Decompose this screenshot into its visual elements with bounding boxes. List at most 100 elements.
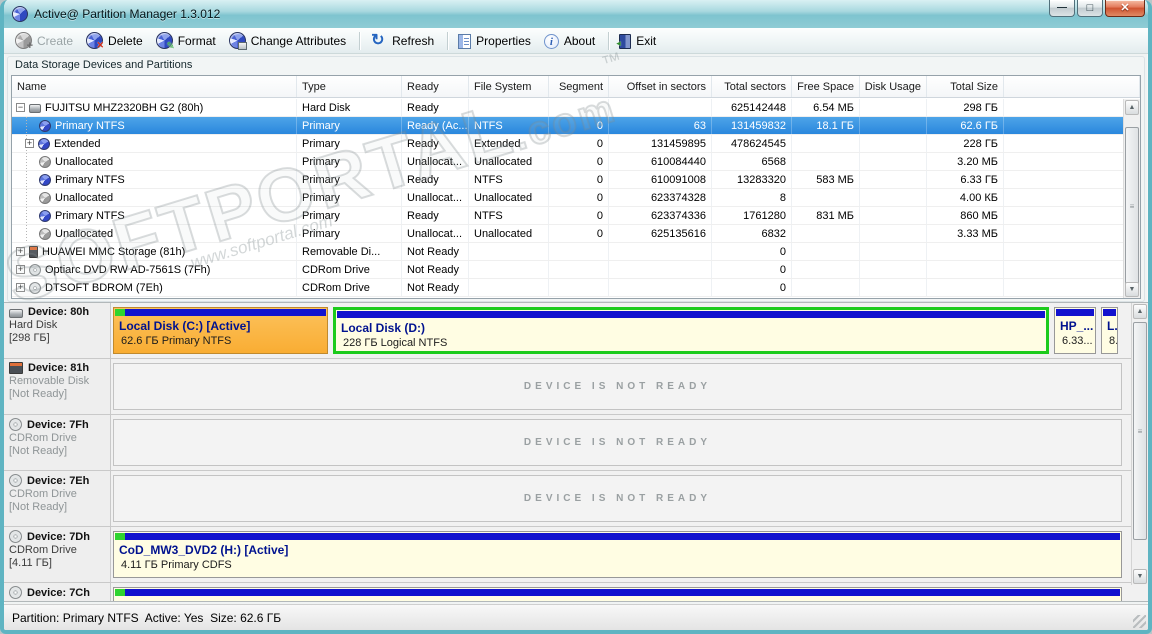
table-row[interactable]: Primary NTFS Primary Ready NTFS 0 623374336 17… bbox=[12, 207, 1123, 225]
partition-block[interactable]: L.. 8. bbox=[1101, 307, 1118, 354]
cell-type: Primary bbox=[297, 135, 402, 152]
devices-scrollbar-thumb[interactable]: ≡ bbox=[1133, 322, 1147, 540]
cell-type: Primary bbox=[297, 225, 402, 242]
device-title: Device: 7Dh bbox=[9, 530, 108, 543]
scroll-down-icon[interactable]: ▼ bbox=[1133, 569, 1147, 584]
column-header-total-sectors[interactable]: Total sectors bbox=[712, 76, 792, 97]
partition-block[interactable]: Local Disk (C:) [Active] 62.6 ГБ Primary … bbox=[113, 307, 328, 354]
expander-minus-icon[interactable]: − bbox=[16, 103, 25, 112]
toolbar-button-properties[interactable]: Properties bbox=[453, 31, 539, 50]
minimize-button[interactable]: — bbox=[1049, 0, 1075, 17]
partition-strip bbox=[115, 589, 1120, 596]
expander-plus-icon[interactable]: + bbox=[25, 139, 34, 148]
cell-ready: Unallocat... bbox=[402, 153, 469, 170]
cell-free_space bbox=[792, 279, 860, 296]
device-id: Device: 7Eh bbox=[27, 474, 90, 487]
partition-strip bbox=[1103, 309, 1116, 316]
toolbar-button-delete[interactable]: Delete bbox=[81, 30, 151, 51]
column-header-file-system[interactable]: File System bbox=[469, 76, 549, 97]
expander-plus-icon[interactable]: + bbox=[16, 265, 25, 274]
table-row[interactable]: Unallocated Primary Unallocat... Unallocate… bbox=[12, 153, 1123, 171]
table-row[interactable]: + DTSOFT BDROM (7Eh) CDRom Drive Not Ready 0 bbox=[12, 279, 1123, 297]
device-size: [Not Ready] bbox=[9, 388, 68, 400]
column-header-type[interactable]: Type bbox=[297, 76, 402, 97]
scroll-up-icon[interactable]: ▲ bbox=[1125, 100, 1139, 115]
toolbar-button-refresh[interactable]: Refresh bbox=[365, 30, 442, 51]
table-row[interactable]: − FUJITSU MHZ2320BH G2 (80h) Hard Disk Read… bbox=[12, 99, 1123, 117]
status-bar: Partition: Primary NTFS Active: Yes Size… bbox=[4, 604, 1148, 630]
partition-block[interactable]: HP_... 6.33... bbox=[1054, 307, 1096, 354]
column-header-offset-in-sectors[interactable]: Offset in sectors bbox=[609, 76, 712, 97]
cell-total_size bbox=[927, 261, 1004, 278]
cell-segment bbox=[549, 261, 609, 278]
table-row[interactable]: Primary NTFS Primary Ready NTFS 0 610091008 13… bbox=[12, 171, 1123, 189]
toolbar-button-change-attributes[interactable]: Change Attributes bbox=[224, 30, 354, 51]
table-row[interactable]: Primary NTFS Primary Ready (Ac... NTFS 0 63 13… bbox=[12, 117, 1123, 135]
name-cell: Primary NTFS bbox=[12, 207, 297, 224]
cdrom-icon bbox=[9, 530, 22, 543]
cell-free_space bbox=[792, 261, 860, 278]
column-header-segment[interactable]: Segment bbox=[549, 76, 609, 97]
format-pie-icon bbox=[155, 32, 175, 52]
toolbar-button-create[interactable]: Create bbox=[10, 30, 81, 52]
cell-file_system: Unallocated bbox=[469, 153, 549, 170]
device-type: CDRom Drive bbox=[9, 488, 77, 500]
resize-grip-icon[interactable] bbox=[1133, 615, 1146, 628]
toolbar-button-about[interactable]: About bbox=[539, 31, 603, 50]
table-row[interactable]: Unallocated Primary Unallocat... Unallocate… bbox=[12, 189, 1123, 207]
table-row[interactable]: + Optiarc DVD RW AD-7561S (7Fh) CDRom Driv… bbox=[12, 261, 1123, 279]
row-name: DTSOFT BDROM (7Eh) bbox=[45, 281, 163, 294]
devices-scrollbar[interactable]: ▲ ≡ ▼ bbox=[1131, 303, 1148, 585]
window-titlebar[interactable]: Active@ Partition Manager 1.3.012 — □ ✕ bbox=[4, 0, 1148, 28]
name-cell: Unallocated bbox=[12, 225, 297, 242]
expander-plus-icon[interactable]: + bbox=[16, 283, 25, 292]
partition-block[interactable]: CoD_MW3_DVD2 (H:) [Active] 4.11 ГБ Primar… bbox=[113, 531, 1122, 578]
partition-block[interactable]: Local Disk (D:) 228 ГБ Logical NTFS bbox=[333, 307, 1049, 354]
maximize-button[interactable]: □ bbox=[1077, 0, 1103, 17]
cell-total_size: 62.6 ГБ bbox=[927, 117, 1004, 134]
partition-block[interactable] bbox=[113, 587, 1122, 601]
column-header-name[interactable]: Name bbox=[12, 76, 297, 97]
expander-plus-icon[interactable]: + bbox=[16, 247, 25, 256]
row-name: Extended bbox=[54, 137, 101, 150]
column-header-disk-usage[interactable]: Disk Usage bbox=[860, 76, 927, 97]
cell-ready: Not Ready bbox=[402, 279, 469, 296]
scroll-down-icon[interactable]: ▼ bbox=[1125, 282, 1139, 297]
cell-total_sectors: 6832 bbox=[712, 225, 792, 242]
cell-type: Primary bbox=[297, 153, 402, 170]
partition-blue-icon bbox=[38, 137, 50, 150]
cell-disk_usage bbox=[860, 189, 927, 206]
cell-offset bbox=[609, 99, 712, 116]
table-row[interactable]: Unallocated Primary Unallocat... Unallocate… bbox=[12, 225, 1123, 243]
maximize-icon: □ bbox=[1086, 1, 1094, 14]
not-ready-box: DEVICE IS NOT READY bbox=[113, 363, 1122, 410]
device-row-7fh: Device: 7Fh CDRom Drive [Not Ready] DEVICE … bbox=[4, 415, 1148, 471]
name-cell: + Extended bbox=[12, 135, 297, 152]
table-row[interactable]: + Extended Primary Ready Extended 0 131459895 4… bbox=[12, 135, 1123, 153]
device-id: Device: 7Dh bbox=[27, 530, 90, 543]
cell-type: CDRom Drive bbox=[297, 279, 402, 296]
toolbar-button-exit[interactable]: Exit bbox=[614, 31, 664, 50]
cell-total_sectors: 478624545 bbox=[712, 135, 792, 152]
toolbar-button-label: Properties bbox=[476, 33, 531, 48]
partition-strip bbox=[337, 311, 1045, 318]
toolbar-button-format[interactable]: Format bbox=[151, 30, 224, 52]
table-row[interactable]: + HUAWEI MMC Storage (81h) Removable Di...… bbox=[12, 243, 1123, 261]
table-scrollbar[interactable]: ▲ ≡ ▼ bbox=[1123, 99, 1140, 298]
table-scrollbar-thumb[interactable]: ≡ bbox=[1125, 127, 1139, 285]
active-flag bbox=[115, 533, 125, 540]
device-title: Device: 80h bbox=[9, 306, 108, 318]
cell-total_sectors: 625142448 bbox=[712, 99, 792, 116]
column-header-total-size[interactable]: Total Size bbox=[927, 76, 1004, 97]
row-name: Unallocated bbox=[55, 155, 114, 168]
cell-filler bbox=[1004, 243, 1123, 260]
scroll-up-icon[interactable]: ▲ bbox=[1133, 304, 1147, 319]
column-header-free-space[interactable]: Free Space bbox=[792, 76, 860, 97]
device-size: [Not Ready] bbox=[9, 445, 68, 457]
column-header-ready[interactable]: Ready bbox=[402, 76, 469, 97]
cell-offset: 131459895 bbox=[609, 135, 712, 152]
cell-ready: Not Ready bbox=[402, 261, 469, 278]
not-ready-text: DEVICE IS NOT READY bbox=[523, 381, 712, 392]
close-button[interactable]: ✕ bbox=[1105, 0, 1145, 17]
device-size: [Not Ready] bbox=[9, 501, 68, 513]
